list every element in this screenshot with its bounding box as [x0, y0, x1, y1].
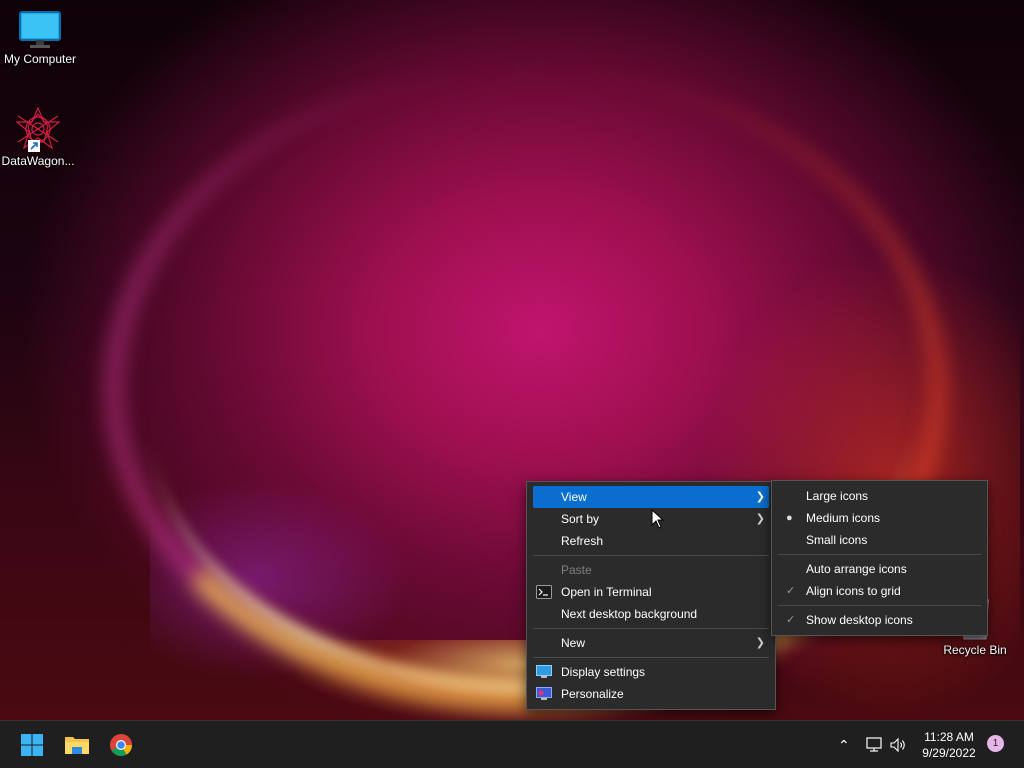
- view-submenu: Large icons ● Medium icons Small icons A…: [771, 480, 988, 636]
- submenu-item-auto-arrange[interactable]: Auto arrange icons: [772, 558, 987, 580]
- chrome-button[interactable]: [105, 729, 137, 761]
- menu-item-label: Medium icons: [806, 511, 881, 525]
- menu-separator: [778, 554, 981, 555]
- desktop-icon-datawagon[interactable]: DataWagon...: [0, 106, 78, 168]
- menu-item-open-in-terminal[interactable]: Open in Terminal: [527, 581, 775, 603]
- chevron-right-icon: ❯: [755, 491, 765, 503]
- menu-item-new[interactable]: New ❯: [527, 632, 775, 654]
- mouse-cursor-icon: [651, 509, 665, 529]
- menu-item-label: Sort by: [561, 512, 600, 526]
- terminal-icon: [536, 585, 552, 599]
- submenu-item-show-desktop-icons[interactable]: ✓ Show desktop icons: [772, 609, 987, 631]
- desktop-icon-label: Recycle Bin: [943, 643, 1007, 657]
- checkmark-icon: ✓: [786, 614, 796, 626]
- menu-item-label: Refresh: [561, 534, 604, 548]
- chevron-up-icon[interactable]: ⌃: [838, 735, 850, 755]
- menu-item-display-settings[interactable]: Display settings: [527, 661, 775, 683]
- menu-item-next-desktop-background[interactable]: Next desktop background: [527, 603, 775, 625]
- system-clock[interactable]: 11:28 AM 9/29/2022: [908, 729, 990, 761]
- menu-separator: [533, 628, 769, 629]
- submenu-item-small-icons[interactable]: Small icons: [772, 529, 987, 551]
- personalize-icon: [536, 687, 552, 700]
- menu-item-label: Next desktop background: [561, 607, 698, 621]
- menu-item-label: Align icons to grid: [806, 584, 901, 598]
- menu-item-personalize[interactable]: Personalize: [527, 683, 775, 705]
- notification-badge[interactable]: 1: [987, 735, 1004, 752]
- desktop-icon-my-computer[interactable]: My Computer: [0, 10, 80, 66]
- menu-item-label: Large icons: [806, 489, 869, 503]
- chrome-icon: [110, 734, 132, 756]
- menu-item-label: Personalize: [561, 687, 624, 701]
- submenu-item-large-icons[interactable]: Large icons: [772, 485, 987, 507]
- submenu-item-align-to-grid[interactable]: ✓ Align icons to grid: [772, 580, 987, 602]
- file-explorer-button[interactable]: [61, 729, 93, 761]
- menu-item-refresh[interactable]: Refresh: [527, 530, 775, 552]
- taskbar: ⌃ 11:28 AM 9/29/2022: [0, 720, 1024, 768]
- desktop-icon-label: DataWagon...: [1, 154, 75, 168]
- submenu-item-medium-icons[interactable]: ● Medium icons: [772, 507, 987, 529]
- windows-logo-icon: [21, 734, 43, 756]
- menu-item-label: Auto arrange icons: [806, 562, 907, 576]
- start-button[interactable]: [16, 729, 48, 761]
- chevron-right-icon: ❯: [755, 513, 765, 525]
- checkmark-icon: ✓: [786, 585, 796, 597]
- network-icon[interactable]: [865, 736, 883, 754]
- volume-icon[interactable]: [889, 736, 907, 754]
- clock-time: 11:28 AM: [924, 730, 974, 744]
- menu-item-label: Display settings: [561, 665, 646, 679]
- menu-item-label: New: [561, 636, 586, 650]
- chevron-right-icon: ❯: [755, 637, 765, 649]
- menu-item-label: Show desktop icons: [806, 613, 913, 627]
- menu-item-label: View: [561, 490, 587, 504]
- menu-separator: [533, 657, 769, 658]
- menu-separator: [533, 555, 769, 556]
- folder-icon: [65, 737, 89, 754]
- menu-item-label: Small icons: [806, 533, 868, 547]
- menu-item-view[interactable]: View ❯: [533, 486, 769, 508]
- menu-separator: [778, 605, 981, 606]
- display-icon: [536, 665, 552, 678]
- clock-date: 9/29/2022: [922, 746, 976, 760]
- star-shortcut-icon: [15, 106, 61, 152]
- menu-item-paste: Paste: [527, 559, 775, 581]
- desktop-icon-label: My Computer: [3, 52, 77, 66]
- menu-item-label: Open in Terminal: [561, 585, 652, 599]
- monitor-icon: [19, 11, 61, 48]
- menu-item-label: Paste: [561, 563, 592, 577]
- radio-dot-icon: ●: [786, 512, 793, 524]
